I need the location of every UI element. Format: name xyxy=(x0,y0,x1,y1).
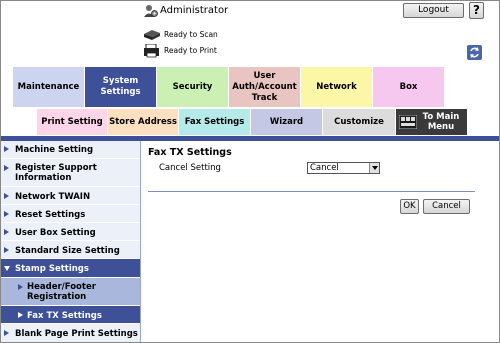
sidebar: Machine Setting Register Support Informa… xyxy=(0,141,140,343)
sidebar-item-blank-page-print-settings[interactable]: Blank Page Print Settings xyxy=(0,324,140,343)
sidebar-item-label: Standard Size Setting xyxy=(15,246,120,256)
logout-button[interactable]: Logout xyxy=(403,3,464,18)
sidebar-item-label: Machine Setting xyxy=(15,145,94,155)
subtab-fax-settings[interactable]: Fax Settings xyxy=(179,109,250,135)
printer-icon xyxy=(144,44,159,58)
cancel-setting-label: Cancel Setting xyxy=(159,163,221,173)
administrator-icon xyxy=(144,5,158,17)
chevron-right-icon xyxy=(18,284,23,290)
refresh-icon xyxy=(470,47,479,58)
chevron-right-icon xyxy=(4,146,9,152)
tab-system-settings[interactable]: System Settings xyxy=(85,67,156,107)
chevron-right-icon xyxy=(4,193,9,199)
page-title: Fax TX Settings xyxy=(148,147,232,158)
cancel-setting-value: Cancel xyxy=(310,163,339,173)
chevron-right-icon xyxy=(18,312,23,318)
subtab-wizard[interactable]: Wizard xyxy=(251,109,322,135)
sidebar-item-label: Stamp Settings xyxy=(15,264,89,274)
chevron-right-icon xyxy=(4,330,9,336)
main-menu-icon xyxy=(399,115,417,129)
tab-user-auth-account-track[interactable]: User Auth/Account Track xyxy=(229,67,300,107)
tab-box[interactable]: Box xyxy=(373,67,444,107)
scanner-icon xyxy=(144,30,160,40)
sidebar-item-network-twain[interactable]: Network TWAIN xyxy=(0,187,140,205)
refresh-button[interactable] xyxy=(467,45,482,60)
chevron-right-icon xyxy=(4,211,9,217)
subtab-customize[interactable]: Customize xyxy=(323,109,395,135)
sidebar-item-fax-tx-settings[interactable]: Fax TX Settings xyxy=(0,306,140,324)
subtab-store-address[interactable]: Store Address xyxy=(108,109,178,135)
scan-status-text: Ready to Scan xyxy=(164,30,218,39)
sidebar-item-standard-size-setting[interactable]: Standard Size Setting xyxy=(0,241,140,259)
subtab-print-setting[interactable]: Print Setting xyxy=(37,109,107,135)
sidebar-item-label: Header/Footer Registration xyxy=(27,282,96,302)
sidebar-item-label: Network TWAIN xyxy=(15,192,91,202)
chevron-down-icon xyxy=(369,163,379,173)
sidebar-item-label: Blank Page Print Settings xyxy=(15,329,138,339)
tab-security[interactable]: Security xyxy=(157,67,228,107)
ok-button[interactable]: OK xyxy=(400,199,419,214)
sidebar-item-label: Fax TX Settings xyxy=(27,311,102,321)
sidebar-item-label: Register Support Information xyxy=(15,163,97,183)
sidebar-item-reset-settings[interactable]: Reset Settings xyxy=(0,205,140,223)
divider xyxy=(148,191,475,192)
header-bar: Administrator Logout ? Ready to Scan Rea… xyxy=(0,0,500,62)
sidebar-item-user-box-setting[interactable]: User Box Setting xyxy=(0,223,140,241)
chevron-right-icon xyxy=(4,229,9,235)
help-button[interactable]: ? xyxy=(469,2,484,19)
chevron-right-icon xyxy=(4,247,9,253)
main-panel: Fax TX Settings Cancel Setting Cancel OK… xyxy=(141,141,500,343)
sidebar-item-header-footer-registration[interactable]: Header/Footer Registration xyxy=(0,278,140,306)
tab-maintenance[interactable]: Maintenance xyxy=(13,67,84,107)
sidebar-item-label: Reset Settings xyxy=(15,210,86,220)
cancel-setting-select[interactable]: Cancel xyxy=(307,162,380,174)
sidebar-item-stamp-settings[interactable]: Stamp Settings xyxy=(0,259,140,278)
chevron-down-icon xyxy=(4,266,10,271)
sidebar-item-register-support-information[interactable]: Register Support Information xyxy=(0,159,140,187)
sidebar-item-label: User Box Setting xyxy=(15,228,96,238)
sidebar-item-machine-setting[interactable]: Machine Setting xyxy=(0,141,140,159)
tab-network[interactable]: Network xyxy=(301,67,372,107)
subtab-to-main-menu[interactable]: To Main Menu xyxy=(396,109,467,135)
chevron-right-icon xyxy=(4,165,9,171)
print-status-text: Ready to Print xyxy=(164,46,217,55)
user-name: Administrator xyxy=(160,5,229,16)
cancel-button[interactable]: Cancel xyxy=(423,199,470,214)
to-main-menu-label: To Main Menu xyxy=(422,112,460,132)
